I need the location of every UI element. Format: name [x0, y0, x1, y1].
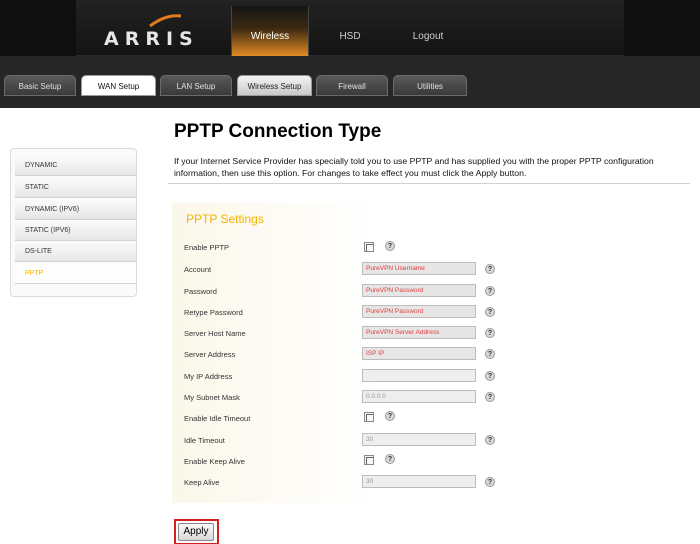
- server-host-name-label: Server Host Name: [184, 329, 246, 338]
- divider: [168, 183, 690, 184]
- help-icon[interactable]: ?: [485, 286, 495, 296]
- tab-basic-setup[interactable]: Basic Setup: [4, 75, 76, 96]
- server-address-label: Server Address: [184, 350, 236, 359]
- enable-pptp-checkbox[interactable]: [364, 242, 374, 252]
- top-tab-wireless[interactable]: Wireless: [231, 6, 309, 56]
- arris-logo: ARRIS: [104, 28, 199, 50]
- my-ip-address-input[interactable]: [362, 369, 476, 382]
- side-item-static[interactable]: STATIC: [15, 178, 136, 198]
- account-label: Account: [184, 265, 212, 274]
- help-icon[interactable]: ?: [485, 328, 495, 338]
- side-item-pptp[interactable]: PPTP: [15, 264, 136, 284]
- idle-timeout-input[interactable]: 30: [362, 433, 476, 446]
- help-icon[interactable]: ?: [385, 454, 395, 464]
- keep-alive-input[interactable]: 30: [362, 475, 476, 488]
- header-side-left: [0, 0, 76, 56]
- tab-wireless-setup[interactable]: Wireless Setup: [237, 75, 312, 96]
- account-input[interactable]: PureVPN Username: [362, 262, 476, 275]
- tab-wan-setup[interactable]: WAN Setup: [81, 75, 156, 96]
- enable-pptp-label: Enable PPTP: [184, 243, 230, 252]
- apply-button[interactable]: Apply: [178, 523, 214, 541]
- help-icon[interactable]: ?: [485, 371, 495, 381]
- my-subnet-mask-input[interactable]: 0.0.0.0: [362, 390, 476, 403]
- keep-alive-label: Keep Alive: [184, 478, 220, 487]
- my-ip-address-label: My IP Address: [184, 372, 233, 381]
- server-address-input[interactable]: ISP IP: [362, 347, 476, 360]
- help-icon[interactable]: ?: [485, 392, 495, 402]
- my-subnet-mask-label: My Subnet Mask: [184, 393, 240, 402]
- tab-firewall[interactable]: Firewall: [316, 75, 388, 96]
- help-icon[interactable]: ?: [485, 264, 495, 274]
- side-item-dynamic-ipv6[interactable]: DYNAMIC (IPV6): [15, 200, 136, 220]
- help-icon[interactable]: ?: [485, 349, 495, 359]
- retype-password-input[interactable]: PureVPN Password: [362, 305, 476, 318]
- side-item-static-ipv6[interactable]: STATIC (IPV6): [15, 221, 136, 241]
- wan-type-menu: DYNAMIC STATIC DYNAMIC (IPV6) STATIC (IP…: [10, 148, 137, 297]
- help-icon[interactable]: ?: [485, 477, 495, 487]
- arris-logo-swoosh-icon: [149, 14, 182, 28]
- side-item-ds-lite[interactable]: DS-LITE: [15, 242, 136, 262]
- retype-password-label: Retype Password: [184, 308, 243, 317]
- intro-text: If your Internet Service Provider has sp…: [174, 156, 654, 178]
- page-title: PPTP Connection Type: [174, 121, 382, 142]
- enable-idle-timeout-label: Enable Idle Timeout: [184, 414, 251, 423]
- header-side-right: [624, 0, 700, 56]
- help-icon[interactable]: ?: [485, 307, 495, 317]
- help-icon[interactable]: ?: [485, 435, 495, 445]
- server-host-name-input[interactable]: PureVPN Server Address: [362, 326, 476, 339]
- top-tab-hsd[interactable]: HSD: [311, 6, 389, 56]
- help-icon[interactable]: ?: [385, 241, 395, 251]
- router-admin-page: ARRIS Wireless HSD Logout Basic Setup WA…: [0, 0, 700, 544]
- tab-utilities[interactable]: Utilities: [393, 75, 467, 96]
- enable-keep-alive-label: Enable Keep Alive: [184, 457, 245, 466]
- top-tab-logout[interactable]: Logout: [389, 6, 467, 56]
- password-label: Password: [184, 287, 217, 296]
- enable-idle-timeout-checkbox[interactable]: [364, 412, 374, 422]
- password-input[interactable]: PureVPN Password: [362, 284, 476, 297]
- tab-lan-setup[interactable]: LAN Setup: [160, 75, 232, 96]
- section-title: PPTP Settings: [186, 212, 264, 226]
- enable-keep-alive-checkbox[interactable]: [364, 455, 374, 465]
- side-item-dynamic[interactable]: DYNAMIC: [15, 156, 136, 176]
- help-icon[interactable]: ?: [385, 411, 395, 421]
- idle-timeout-label: Idle Timeout: [184, 436, 225, 445]
